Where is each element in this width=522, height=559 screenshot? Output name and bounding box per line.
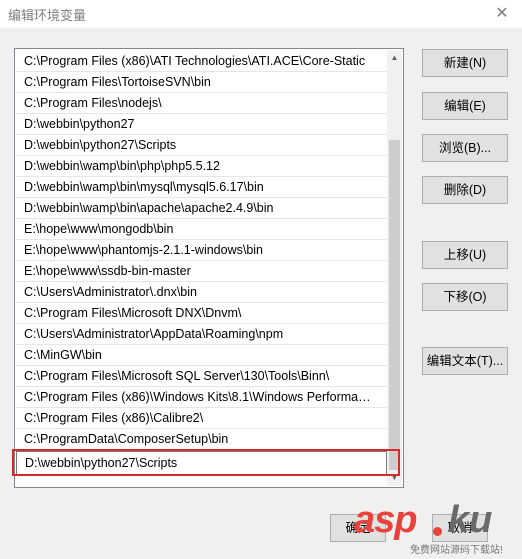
watermark-tagline: 免费网站源码下载站! [410,545,503,556]
vertical-scrollbar[interactable]: ▲ ▼ [387,50,402,486]
list-item[interactable]: D:\webbin\wamp\bin\php\php5.5.12 [16,156,387,177]
list-item[interactable]: C:\Program Files\TortoiseSVN\bin [16,72,387,93]
scrollbar-thumb[interactable] [389,140,400,470]
list-item[interactable]: E:\hope\www\phantomjs-2.1.1-windows\bin [16,240,387,261]
ok-button[interactable]: 确定 [330,514,386,542]
close-icon[interactable]: ✕ [492,4,512,24]
list-item[interactable]: E:\hope\www\mongodb\bin [16,219,387,240]
list-item[interactable]: D:\webbin\wamp\bin\apache\apache2.4.9\bi… [16,198,387,219]
list-item[interactable]: C:\MinGW\bin [16,345,387,366]
move-down-button[interactable]: 下移(O) [422,283,508,311]
list-item[interactable]: C:\Program Files (x86)\Calibre2\ [16,408,387,429]
cancel-button[interactable]: 取消 [432,514,488,542]
path-list-items: C:\Program Files (x86)\ATI Technologies\… [16,51,387,475]
edit-text-button[interactable]: 编辑文本(T)... [422,347,508,375]
list-item[interactable]: C:\Program Files\nodejs\ [16,93,387,114]
list-item[interactable]: C:\Program Files (x86)\ATI Technologies\… [16,51,387,72]
delete-button[interactable]: 删除(D) [422,176,508,204]
new-button[interactable]: 新建(N) [422,49,508,77]
list-item[interactable]: C:\Users\Administrator\.dnx\bin [16,282,387,303]
browse-button[interactable]: 浏览(B)... [422,134,508,162]
list-item[interactable]: C:\Program Files\Microsoft SQL Server\13… [16,366,387,387]
title-bar: 编辑环境变量 ✕ [0,0,522,28]
list-item[interactable]: D:\webbin\wamp\bin\mysql\mysql5.6.17\bin [16,177,387,198]
list-item[interactable]: C:\ProgramData\ComposerSetup\bin [16,429,387,450]
list-item[interactable]: D:\webbin\python27 [16,114,387,135]
list-item[interactable]: C:\Program Files (x86)\Windows Kits\8.1\… [16,387,387,408]
edit-button[interactable]: 编辑(E) [422,92,508,120]
list-item[interactable]: C:\Users\Administrator\AppData\Roaming\n… [16,324,387,345]
list-item[interactable]: C:\Program Files\Microsoft DNX\Dnvm\ [16,303,387,324]
window-title: 编辑环境变量 [8,8,87,23]
list-item[interactable]: E:\hope\www\ssdb-bin-master [16,261,387,282]
scroll-up-icon[interactable]: ▲ [387,50,402,66]
path-list[interactable]: C:\Program Files (x86)\ATI Technologies\… [14,48,404,488]
list-item[interactable]: D:\webbin\python27\Scripts [16,135,387,156]
path-edit-field[interactable]: D:\webbin\python27\Scripts [16,451,387,475]
move-up-button[interactable]: 上移(U) [422,241,508,269]
scroll-down-icon[interactable]: ▼ [387,470,402,486]
